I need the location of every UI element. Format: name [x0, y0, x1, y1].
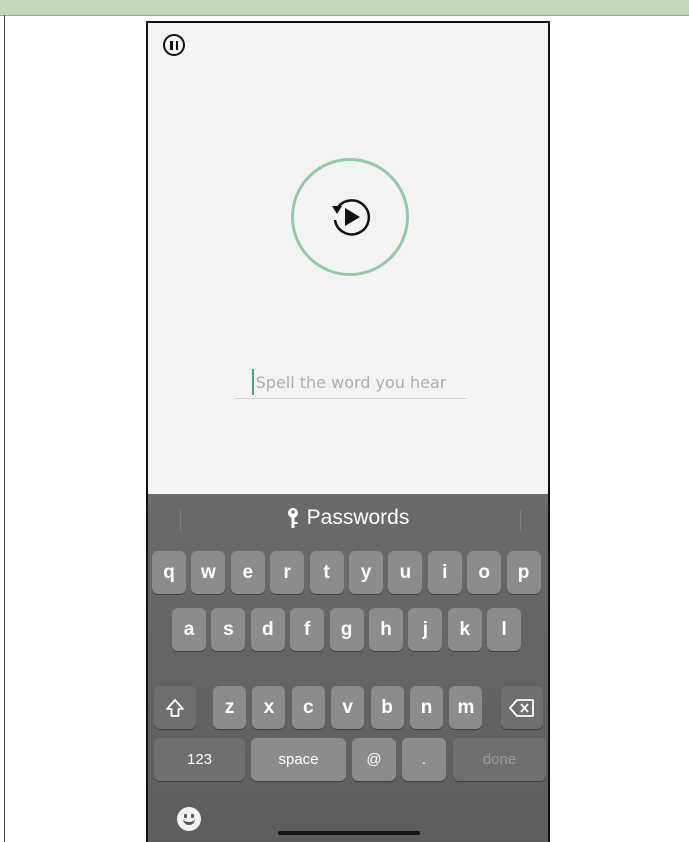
key-w[interactable]: w	[191, 551, 226, 594]
replay-play-icon	[332, 199, 371, 236]
key-x[interactable]: x	[252, 686, 286, 729]
passwords-suggestion[interactable]: Passwords	[287, 506, 410, 530]
keyboard: Passwords qwertyuiop asdfghjkl zxcvbnm 123…	[148, 494, 548, 842]
emoji-icon	[191, 814, 194, 818]
emoji-button[interactable]	[177, 807, 201, 831]
key-u[interactable]: u	[388, 551, 423, 594]
key-q[interactable]: q	[152, 551, 186, 594]
key-a[interactable]: a	[172, 608, 206, 651]
key-z[interactable]: z	[213, 686, 246, 729]
space-key[interactable]: space	[251, 738, 346, 781]
key-h[interactable]: h	[369, 608, 403, 651]
key-y[interactable]: y	[349, 551, 383, 594]
numbers-key[interactable]: 123	[154, 738, 245, 781]
key-icon	[287, 508, 298, 528]
key-g[interactable]: g	[329, 608, 364, 651]
key-n[interactable]: n	[410, 686, 443, 729]
key-p[interactable]: p	[506, 551, 541, 594]
key-l[interactable]: l	[487, 608, 522, 651]
suggestion-divider	[180, 510, 181, 532]
backspace-icon	[509, 698, 534, 717]
key-r[interactable]: r	[270, 551, 305, 594]
pause-button[interactable]	[163, 34, 185, 56]
key-m[interactable]: m	[449, 686, 483, 729]
suggestion-divider	[520, 510, 521, 532]
key-j[interactable]: j	[408, 608, 443, 651]
replay-audio-button[interactable]	[291, 158, 409, 276]
key-v[interactable]: v	[331, 686, 365, 729]
text-caret	[252, 369, 254, 395]
phone-screen: Passwords qwertyuiop asdfghjkl zxcvbnm 123…	[146, 21, 550, 842]
shift-key[interactable]	[154, 686, 196, 729]
key-t[interactable]: t	[309, 551, 344, 594]
key-o[interactable]: o	[467, 551, 502, 594]
key-s[interactable]: s	[211, 608, 246, 651]
spell-input[interactable]	[235, 367, 467, 399]
done-key[interactable]: done	[453, 738, 546, 781]
key-k[interactable]: k	[447, 608, 482, 651]
key-c[interactable]: c	[291, 686, 325, 729]
key-i[interactable]: i	[427, 551, 462, 594]
key-d[interactable]: d	[250, 608, 285, 651]
key-f[interactable]: f	[290, 608, 325, 651]
suggestion-label: Passwords	[306, 506, 410, 529]
key-b[interactable]: b	[370, 686, 404, 729]
dot-key[interactable]: .	[402, 738, 446, 781]
home-indicator[interactable]	[278, 831, 420, 835]
at-key[interactable]: @	[352, 738, 396, 781]
emoji-icon	[183, 819, 195, 825]
backspace-key[interactable]	[501, 686, 543, 729]
pause-icon	[170, 40, 178, 50]
shift-icon	[166, 698, 184, 717]
frame-edge	[4, 15, 5, 842]
key-e[interactable]: e	[230, 551, 265, 594]
emoji-icon	[184, 814, 187, 818]
suggestion-bar: Passwords	[148, 494, 548, 542]
top-band	[0, 0, 689, 16]
